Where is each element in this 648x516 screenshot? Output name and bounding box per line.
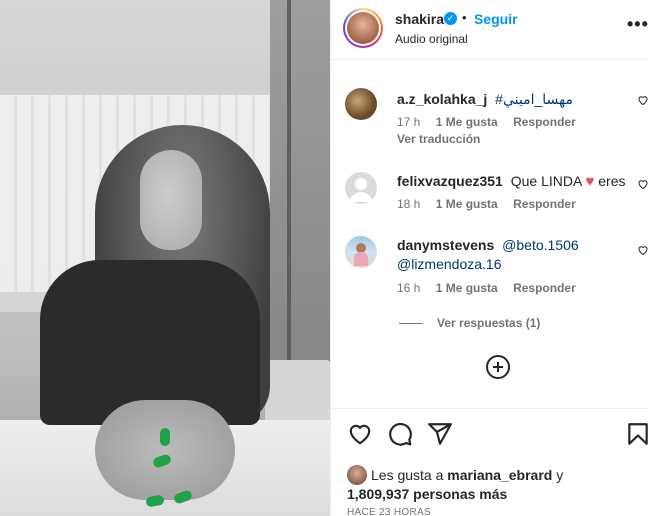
comment-icon[interactable] — [387, 421, 413, 447]
view-replies-label: Ver respuestas (1) — [437, 316, 541, 330]
commenter-username[interactable]: felixvazquez351 — [397, 173, 503, 189]
comment-like-icon[interactable] — [637, 94, 648, 109]
comment-body-text: eres — [598, 173, 626, 189]
comment-mention[interactable]: @beto.1506 — [502, 237, 579, 253]
comment-meta: 18 h 1 Me gusta Responder — [397, 197, 588, 211]
see-translation-button[interactable]: Ver traducción — [397, 132, 480, 146]
likes-prefix: Les gusta a — [371, 467, 444, 483]
media-cabinet — [265, 360, 330, 425]
author-avatar[interactable] — [343, 8, 383, 48]
commenter-avatar[interactable] — [345, 236, 377, 268]
default-avatar-icon — [349, 178, 373, 202]
liker-username[interactable]: mariana_ebrard — [447, 467, 552, 483]
comment-likes[interactable]: 1 Me gusta — [436, 115, 498, 129]
post-header: shakira ✓ • Seguir Audio original ••• — [331, 0, 648, 60]
likes-conjunction: y — [556, 467, 564, 483]
comment-mention[interactable]: @lizmendoza.16 — [397, 256, 502, 272]
comment-meta: 17 h 1 Me gusta Responder — [397, 115, 588, 129]
commenter-avatar[interactable] — [345, 172, 377, 204]
comment-time[interactable]: 17 h — [397, 115, 420, 129]
follow-button[interactable]: Seguir — [474, 11, 518, 27]
post-media[interactable] — [0, 0, 330, 516]
comment-likes[interactable]: 1 Me gusta — [436, 197, 498, 211]
commenter-username[interactable]: danymstevens — [397, 237, 494, 253]
reply-button[interactable]: Responder — [513, 281, 576, 295]
verified-badge-icon: ✓ — [444, 12, 457, 25]
comment-like-icon[interactable] — [637, 244, 648, 259]
media-person-hands — [95, 400, 235, 500]
media-person-face — [140, 150, 202, 250]
comment-text: danymstevens @beto.1506 @lizmendoza.16 — [397, 236, 629, 274]
commenter-username[interactable]: a.z_kolahka_j — [397, 91, 487, 107]
author-username[interactable]: shakira — [395, 11, 444, 27]
separator-dot: • — [462, 10, 467, 25]
post-details-panel: shakira ✓ • Seguir Audio original ••• a.… — [330, 0, 648, 516]
reply-button[interactable]: Responder — [513, 115, 576, 129]
plus-circle-icon[interactable] — [486, 355, 510, 379]
view-replies-button[interactable]: Ver respuestas (1) — [399, 316, 540, 330]
post-timestamp[interactable]: HACE 23 HORAS — [347, 507, 431, 516]
heart-icon[interactable] — [347, 421, 373, 447]
commenter-avatar[interactable] — [345, 88, 377, 120]
likes-count[interactable]: 1,809,937 personas más — [347, 486, 507, 502]
comment-text: a.z_kolahka_j #مهسا_اميني — [397, 90, 629, 109]
share-icon[interactable] — [427, 421, 453, 447]
replies-divider — [399, 323, 423, 325]
audio-link[interactable]: Audio original — [395, 32, 468, 46]
comment-time[interactable]: 18 h — [397, 197, 420, 211]
comment-text: felixvazquez351 Que LINDA ♥ eres — [397, 172, 629, 191]
bookmark-icon[interactable] — [625, 421, 648, 447]
likes-summary: Les gusta a mariana_ebrard y 1,809,937 p… — [347, 465, 563, 504]
red-heart-emoji-icon: ♥ — [585, 173, 595, 190]
comment-hashtag[interactable]: #مهسا_اميني — [495, 91, 573, 107]
media-nail — [160, 428, 170, 446]
comment-meta: 16 h 1 Me gusta Responder — [397, 281, 588, 295]
comment-body-text: Que LINDA — [510, 173, 582, 189]
comment-likes[interactable]: 1 Me gusta — [436, 281, 498, 295]
post-actions: Les gusta a mariana_ebrard y 1,809,937 p… — [331, 408, 648, 516]
comment-like-icon[interactable] — [637, 178, 648, 193]
more-options-icon[interactable]: ••• — [627, 14, 648, 35]
liker-avatar[interactable] — [347, 465, 367, 485]
comment-time[interactable]: 16 h — [397, 281, 420, 295]
reply-button[interactable]: Responder — [513, 197, 576, 211]
